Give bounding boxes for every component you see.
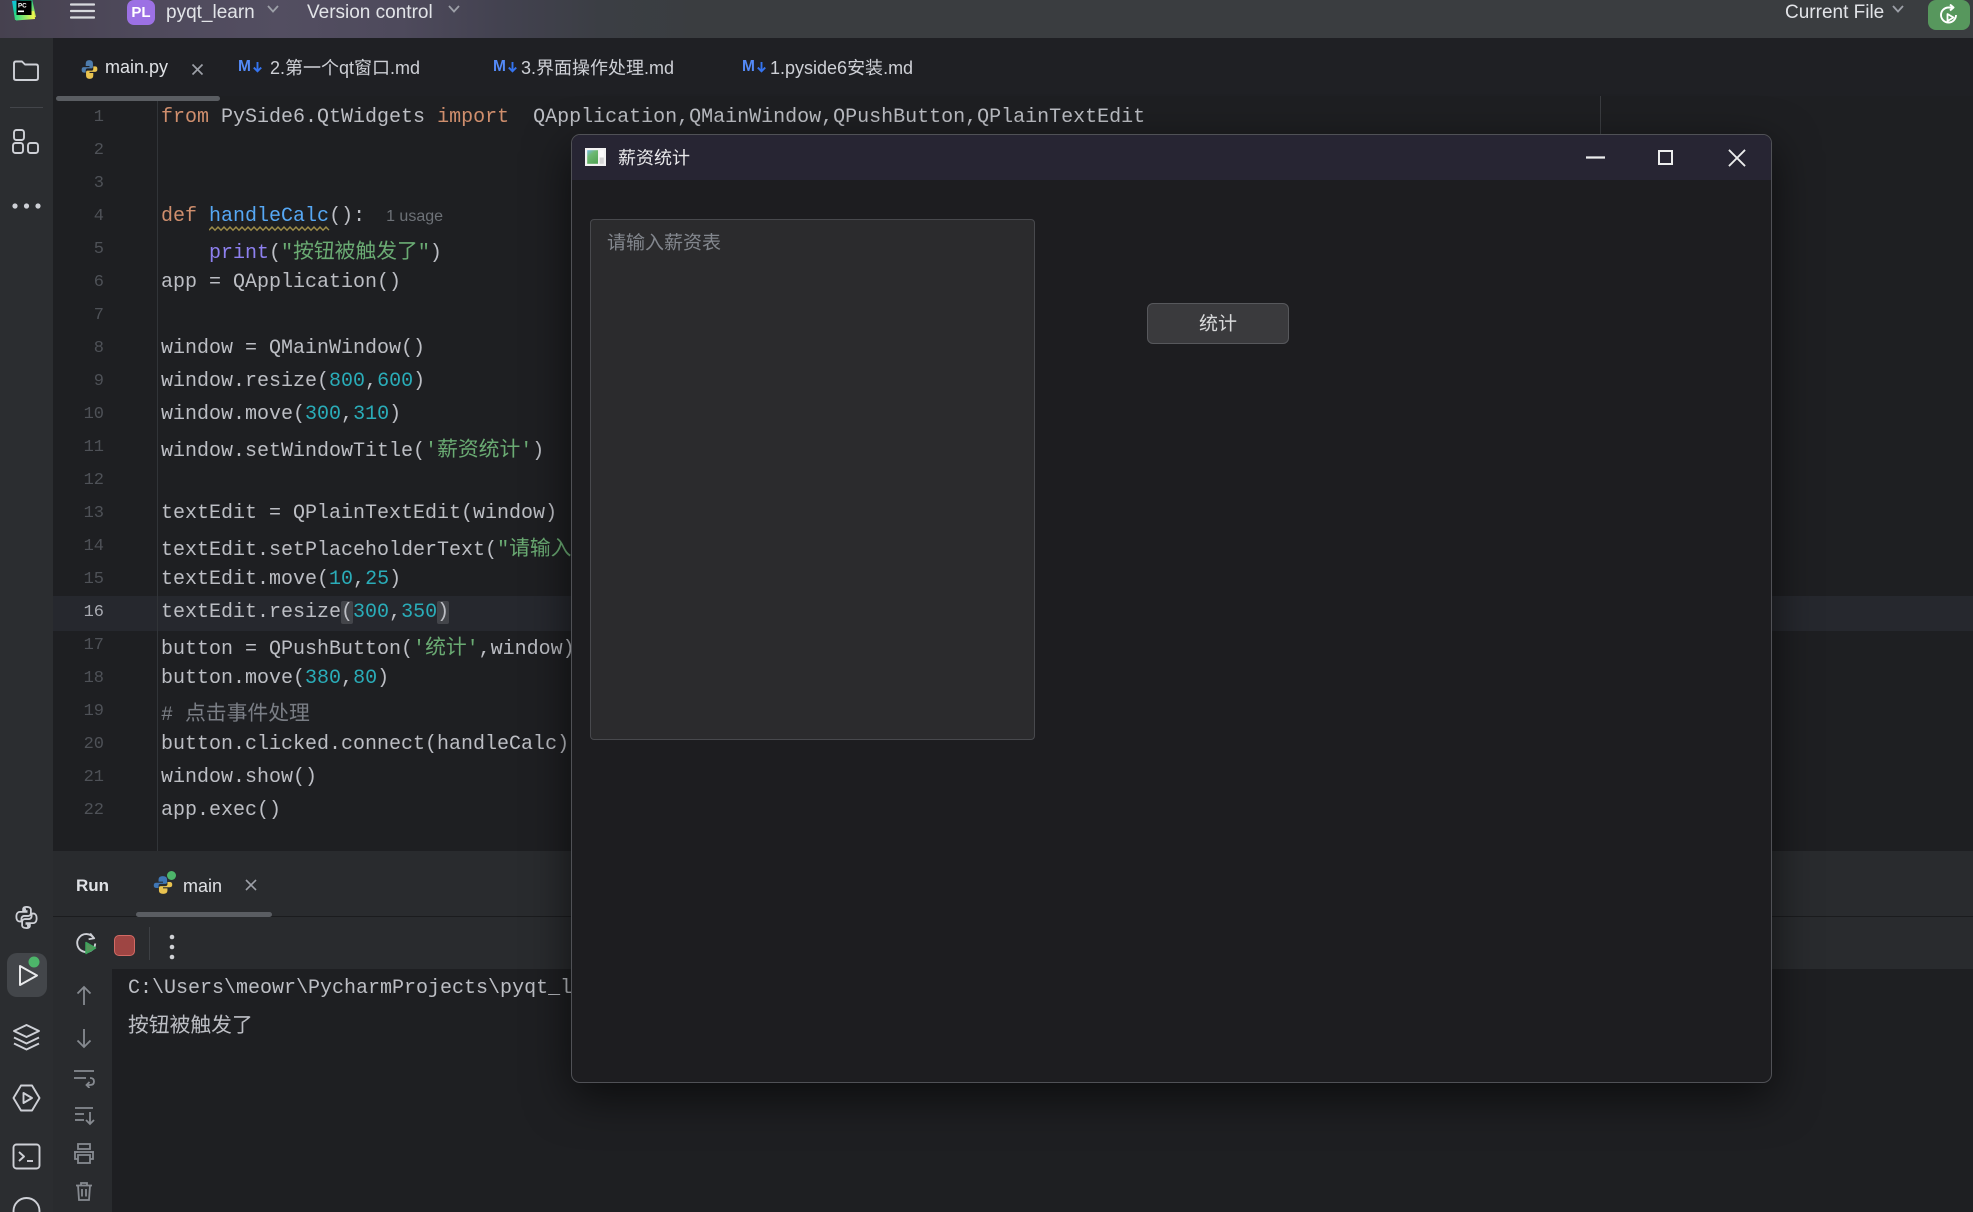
- svg-text:M: M: [742, 58, 755, 75]
- svg-text:M: M: [493, 58, 506, 75]
- svg-text:PC: PC: [18, 3, 27, 10]
- svg-text:M: M: [238, 58, 251, 75]
